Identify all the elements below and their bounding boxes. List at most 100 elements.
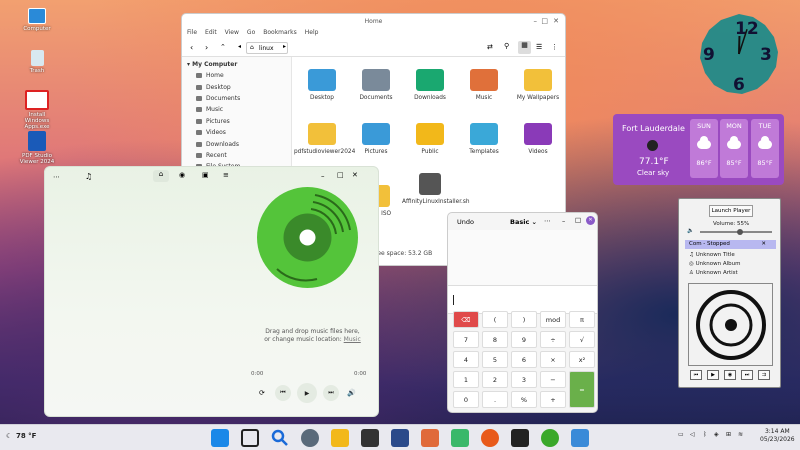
undo-button[interactable]: Undo bbox=[457, 218, 474, 226]
previous-button[interactable]: ⏮ bbox=[690, 370, 702, 380]
bluetooth-icon[interactable]: ᛒ bbox=[703, 431, 707, 438]
key-percent[interactable]: % bbox=[511, 391, 537, 408]
calculator-input[interactable] bbox=[448, 286, 597, 314]
task-view-icon[interactable] bbox=[241, 429, 259, 447]
key-5[interactable]: 5 bbox=[482, 351, 508, 368]
music-player-icon[interactable] bbox=[541, 429, 559, 447]
volume-slider[interactable] bbox=[700, 229, 772, 235]
close-icon[interactable]: ✕ bbox=[761, 240, 766, 249]
maximize-icon[interactable]: □ bbox=[541, 17, 548, 25]
repeat-icon[interactable]: ⟳ bbox=[259, 389, 265, 397]
file-item[interactable]: Videos bbox=[510, 123, 565, 155]
app-store-icon[interactable] bbox=[391, 429, 409, 447]
sidebar-item-home[interactable]: Home bbox=[182, 70, 291, 81]
tab-home[interactable]: ⌂ bbox=[153, 170, 169, 182]
toggle-location-icon[interactable]: ⇄ bbox=[487, 43, 493, 51]
key-multiply[interactable]: × bbox=[540, 351, 566, 368]
menu-file[interactable]: File bbox=[187, 29, 197, 36]
source-selector[interactable]: Com - Stopped ✕ bbox=[685, 240, 776, 249]
sidebar-item-downloads[interactable]: Downloads bbox=[182, 138, 291, 149]
key-open-paren[interactable]: ( bbox=[482, 311, 508, 328]
artist-icon[interactable]: ◉ bbox=[179, 171, 185, 179]
key-divide[interactable]: ÷ bbox=[540, 331, 566, 348]
desktop-icon-install-windows-apps[interactable]: Install Windows Apps.exe bbox=[17, 90, 57, 130]
previous-button[interactable]: ⏮ bbox=[275, 385, 291, 401]
menu-go[interactable]: Go bbox=[247, 29, 255, 36]
shuffle-button[interactable]: ⇉ bbox=[758, 370, 770, 380]
key-8[interactable]: 8 bbox=[482, 331, 508, 348]
shield-icon[interactable]: ◈ bbox=[714, 431, 719, 438]
settings-icon[interactable] bbox=[301, 429, 319, 447]
file-item[interactable]: My Wallpapers bbox=[510, 69, 565, 101]
file-item[interactable]: Public bbox=[402, 123, 458, 155]
file-item[interactable]: Downloads bbox=[402, 69, 458, 101]
file-item[interactable]: Music bbox=[456, 69, 512, 101]
key-1[interactable]: 1 bbox=[453, 371, 479, 388]
desktop-icon-computer[interactable]: Computer bbox=[17, 8, 57, 32]
menu-help[interactable]: Help bbox=[305, 29, 319, 36]
file-manager-icon[interactable] bbox=[331, 429, 349, 447]
maximize-icon[interactable]: □ bbox=[575, 216, 581, 224]
location-button-linux[interactable]: ⌂ linux bbox=[246, 42, 288, 54]
sidebar-item-pictures[interactable]: Pictures bbox=[182, 116, 291, 127]
sidebar-item-videos[interactable]: Videos bbox=[182, 127, 291, 138]
affinity-icon[interactable] bbox=[511, 429, 529, 447]
menu-icon[interactable]: ⋯ bbox=[544, 217, 551, 225]
minimize-icon[interactable]: – bbox=[321, 172, 325, 180]
icon-view-button[interactable]: ▦ bbox=[518, 41, 531, 54]
sidebar-item-desktop[interactable]: Desktop bbox=[182, 81, 291, 92]
compact-view-icon[interactable]: ⋮ bbox=[551, 43, 558, 51]
key-9[interactable]: 9 bbox=[511, 331, 537, 348]
menu-bookmarks[interactable]: Bookmarks bbox=[263, 29, 297, 36]
location-left-arrow-icon[interactable]: ◂ bbox=[238, 43, 241, 50]
key-sqrt[interactable]: √ bbox=[569, 331, 595, 348]
taskbar-weather[interactable]: 78 °F bbox=[16, 432, 36, 440]
sidebar-item-recent[interactable]: Recent bbox=[182, 150, 291, 161]
sidebar-item-music[interactable]: Music bbox=[182, 104, 291, 115]
start-menu-icon[interactable] bbox=[211, 429, 229, 447]
key-3[interactable]: 3 bbox=[511, 371, 537, 388]
minimize-icon[interactable]: – bbox=[534, 17, 538, 25]
key-pi[interactable]: π bbox=[569, 311, 595, 328]
network-icon[interactable]: ⊞ bbox=[726, 431, 731, 438]
key-6[interactable]: 6 bbox=[511, 351, 537, 368]
album-icon[interactable]: ▣ bbox=[202, 171, 209, 179]
sidebar-item-documents[interactable]: Documents bbox=[182, 93, 291, 104]
more-icon[interactable]: ⋯ bbox=[53, 173, 60, 181]
forward-icon[interactable]: › bbox=[205, 43, 208, 52]
taskbar-clock[interactable]: 3:14 AM 05/23/2026 bbox=[760, 428, 795, 444]
back-icon[interactable]: ‹ bbox=[190, 43, 193, 52]
key-7[interactable]: 7 bbox=[453, 331, 479, 348]
firefox-icon[interactable] bbox=[481, 429, 499, 447]
key-subtract[interactable]: − bbox=[540, 371, 566, 388]
key-add[interactable]: + bbox=[540, 391, 566, 408]
music-location-link[interactable]: Music bbox=[344, 336, 361, 343]
playlist-icon[interactable]: ≡ bbox=[223, 171, 229, 179]
wifi-icon[interactable]: ≋ bbox=[738, 431, 743, 438]
search-icon[interactable]: ⚲ bbox=[504, 42, 509, 50]
speaker-icon[interactable]: ◁ bbox=[690, 431, 695, 438]
key-4[interactable]: 4 bbox=[453, 351, 479, 368]
desktop-icon-trash[interactable]: Trash bbox=[17, 50, 57, 74]
list-view-icon[interactable]: ☰ bbox=[536, 43, 542, 51]
layers-app-icon[interactable] bbox=[451, 429, 469, 447]
key-2[interactable]: 2 bbox=[482, 371, 508, 388]
play-button[interactable]: ▶ bbox=[707, 370, 719, 380]
calculator-icon[interactable] bbox=[571, 429, 589, 447]
location-right-arrow-icon[interactable]: ▸ bbox=[283, 43, 286, 50]
key-mod[interactable]: mod bbox=[540, 311, 566, 328]
file-item[interactable]: AffinityLinuxInstaller.sh bbox=[402, 173, 470, 205]
up-icon[interactable]: ⌃ bbox=[220, 43, 226, 51]
maximize-icon[interactable]: □ bbox=[337, 171, 344, 179]
key-0[interactable]: 0 bbox=[453, 391, 479, 408]
file-item[interactable]: pdfstudioviewer2024 bbox=[294, 123, 355, 155]
close-icon[interactable]: ✕ bbox=[553, 17, 559, 25]
volume-slider-knob[interactable] bbox=[736, 229, 743, 235]
close-icon[interactable]: ✕ bbox=[586, 216, 595, 225]
menu-edit[interactable]: Edit bbox=[205, 29, 217, 36]
file-item[interactable]: Templates bbox=[456, 123, 512, 155]
key-close-paren[interactable]: ) bbox=[511, 311, 537, 328]
next-button[interactable]: ⏭ bbox=[741, 370, 753, 380]
battery-icon[interactable]: ▭ bbox=[678, 431, 684, 438]
key-decimal[interactable]: . bbox=[482, 391, 508, 408]
